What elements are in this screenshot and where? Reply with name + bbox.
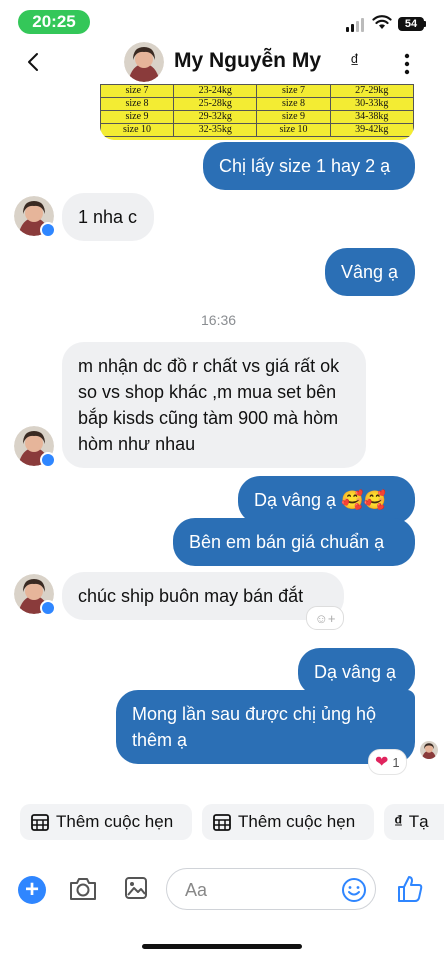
messenger-badge-icon — [40, 452, 56, 468]
table-cell: 25-28kg — [173, 97, 258, 111]
currency-icon[interactable]: ₫ — [350, 51, 359, 72]
table-cell: size 10 — [100, 123, 175, 137]
outgoing-message[interactable]: Dạ vâng ạ — [298, 648, 415, 696]
battery-level: 54 — [398, 17, 424, 31]
incoming-message[interactable]: m nhận dc đồ r chất vs giá rất ok so vs … — [62, 342, 366, 468]
home-indicator — [142, 944, 302, 949]
back-chevron-icon[interactable] — [22, 50, 46, 74]
table-row: size 10 32-35kg size 10 39-42kg — [100, 123, 414, 137]
battery-icon — [424, 21, 426, 27]
more-options-icon[interactable] — [400, 52, 414, 76]
emoji-icon[interactable] — [341, 877, 367, 903]
table-row: size 9 29-32kg size 9 34-38kg — [100, 110, 414, 124]
table-cell: size 7 — [256, 84, 331, 98]
outgoing-message[interactable]: Chị lấy size 1 hay 2 ạ — [203, 142, 415, 190]
table-cell: 27-29kg — [329, 84, 414, 98]
table-cell: size 9 — [100, 110, 175, 124]
incoming-message[interactable]: 1 nha c — [62, 193, 154, 241]
table-cell: 32-35kg — [173, 123, 258, 137]
add-button[interactable]: + — [18, 876, 46, 904]
table-cell: size 10 — [256, 123, 331, 137]
currency-icon: ₫ — [394, 812, 403, 831]
calendar-icon — [31, 814, 49, 831]
table-cell: 29-32kg — [173, 110, 258, 124]
table-cell: 23-24kg — [173, 84, 258, 98]
messenger-badge-icon — [40, 222, 56, 238]
status-time: 20:25 — [18, 10, 90, 34]
create-order-chip[interactable]: ₫ Tạ — [384, 804, 444, 840]
table-cell: 34-38kg — [329, 110, 414, 124]
wifi-icon — [372, 15, 392, 29]
incoming-message[interactable]: chúc ship buôn may bán đắt — [62, 572, 344, 620]
contact-avatar[interactable] — [124, 42, 164, 82]
add-appointment-chip[interactable]: Thêm cuộc hẹn — [20, 804, 192, 840]
outgoing-message[interactable]: Vâng ạ — [325, 248, 415, 296]
seen-avatar-icon — [420, 741, 438, 759]
heart-icon: ❤ — [375, 754, 389, 771]
add-appointment-chip[interactable]: Thêm cuộc hẹn — [202, 804, 374, 840]
gallery-icon[interactable] — [124, 876, 148, 900]
table-cell: 39-42kg — [329, 123, 414, 137]
message-reaction[interactable]: ❤ 1 — [368, 749, 407, 775]
outgoing-message[interactable]: Bên em bán giá chuẩn ạ — [173, 518, 415, 566]
contact-name[interactable]: My Nguyễn My — [174, 49, 321, 73]
cellular-signal-icon — [346, 18, 364, 32]
table-row: size 7 23-24kg size 7 27-29kg — [100, 84, 414, 98]
message-timestamp: 16:36 — [201, 312, 237, 328]
table-cell: size 7 — [100, 84, 175, 98]
reaction-count: 1 — [392, 754, 400, 770]
message-composer[interactable] — [166, 868, 376, 910]
calendar-icon — [213, 814, 231, 831]
table-cell: size 8 — [100, 97, 175, 111]
table-cell: 30-33kg — [329, 97, 414, 111]
size-chart-image[interactable]: size 7 23-24kg size 7 27-29kg size 8 25-28kg… — [100, 84, 414, 140]
table-cell: size 8 — [256, 97, 331, 111]
chip-label: Tạ — [408, 812, 429, 831]
messenger-badge-icon — [40, 600, 56, 616]
outgoing-message[interactable]: Dạ vâng ạ 🥰🥰 — [238, 476, 415, 524]
message-input[interactable] — [183, 879, 337, 902]
add-reaction-button[interactable]: ☺+ — [306, 606, 344, 630]
table-cell: size 9 — [256, 110, 331, 124]
table-row: size 8 25-28kg size 8 30-33kg — [100, 97, 414, 111]
chip-label: Thêm cuộc hẹn — [238, 812, 356, 831]
like-thumb-icon[interactable] — [396, 874, 424, 904]
chip-label: Thêm cuộc hẹn — [56, 812, 174, 831]
camera-icon[interactable] — [68, 876, 98, 902]
